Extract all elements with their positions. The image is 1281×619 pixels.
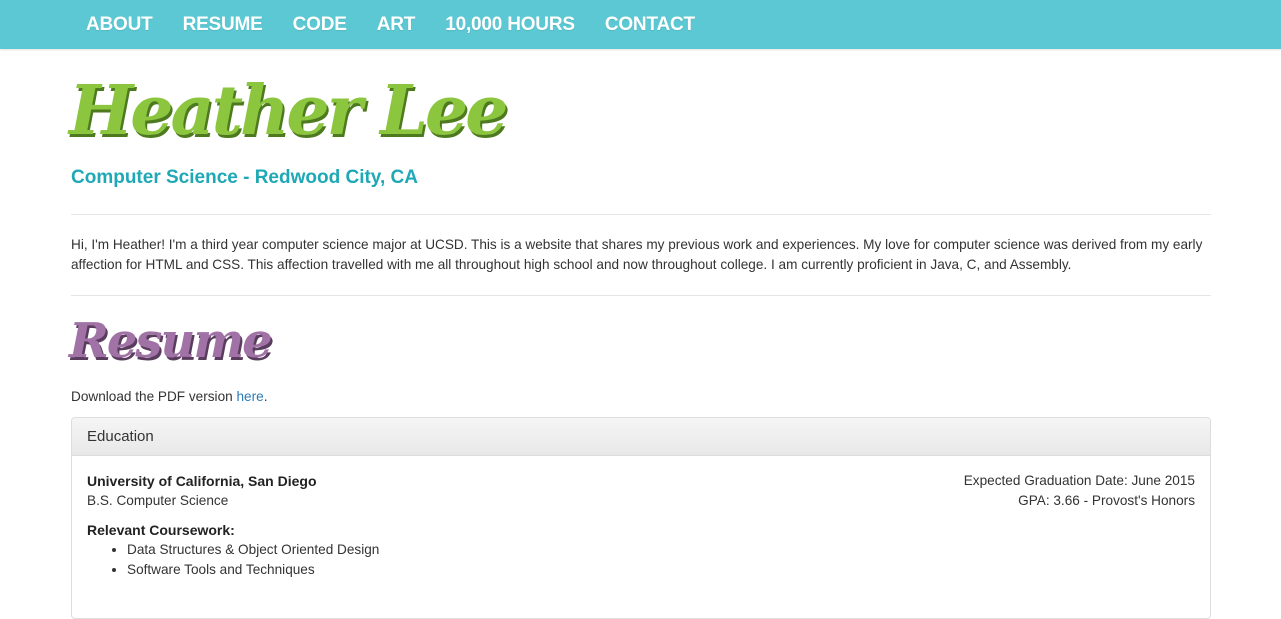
gpa: GPA: 3.66 - Provost's Honors xyxy=(1018,493,1195,508)
list-item: Data Structures & Object Oriented Design xyxy=(127,540,379,560)
school-name: University of California, San Diego xyxy=(87,473,317,489)
download-pdf-text: Download the PDF version here. xyxy=(71,387,267,407)
resume-heading: Resume xyxy=(69,313,273,369)
intro-paragraph: Hi, I'm Heather! I'm a third year comput… xyxy=(71,237,1203,272)
nav-link-10000-hours[interactable]: 10,000 HOURS xyxy=(430,1,590,48)
nav-link-resume[interactable]: RESUME xyxy=(168,1,278,48)
graduation-date: Expected Graduation Date: June 2015 xyxy=(963,473,1195,488)
site-subtitle: Computer Science - Redwood City, CA xyxy=(71,167,418,188)
nav-link-code[interactable]: CODE xyxy=(278,1,362,48)
nav-link-contact[interactable]: CONTACT xyxy=(590,1,710,48)
download-suffix: . xyxy=(263,389,268,404)
course-list: Data Structures & Object Oriented Design… xyxy=(87,540,379,580)
list-item: Software Tools and Techniques xyxy=(127,560,379,580)
divider-bottom xyxy=(71,295,1211,296)
nav-link-art[interactable]: ART xyxy=(362,1,430,48)
site-title-name: Heather Lee xyxy=(69,71,509,151)
download-pdf-link[interactable]: here xyxy=(236,389,263,404)
degree: B.S. Computer Science xyxy=(87,493,229,508)
top-navbar: ABOUT RESUME CODE ART 10,000 HOURS CONTA… xyxy=(0,0,1281,49)
education-panel: Education University of California, San … xyxy=(71,417,1211,619)
nav-link-about[interactable]: ABOUT xyxy=(71,1,168,48)
nav-menu: ABOUT RESUME CODE ART 10,000 HOURS CONTA… xyxy=(71,0,710,49)
coursework-label: Relevant Coursework: xyxy=(87,522,235,538)
divider-top xyxy=(71,214,1211,215)
education-panel-heading: Education xyxy=(72,418,1210,456)
download-prefix: Download the PDF version xyxy=(71,389,237,404)
education-panel-title: Education xyxy=(87,428,154,445)
